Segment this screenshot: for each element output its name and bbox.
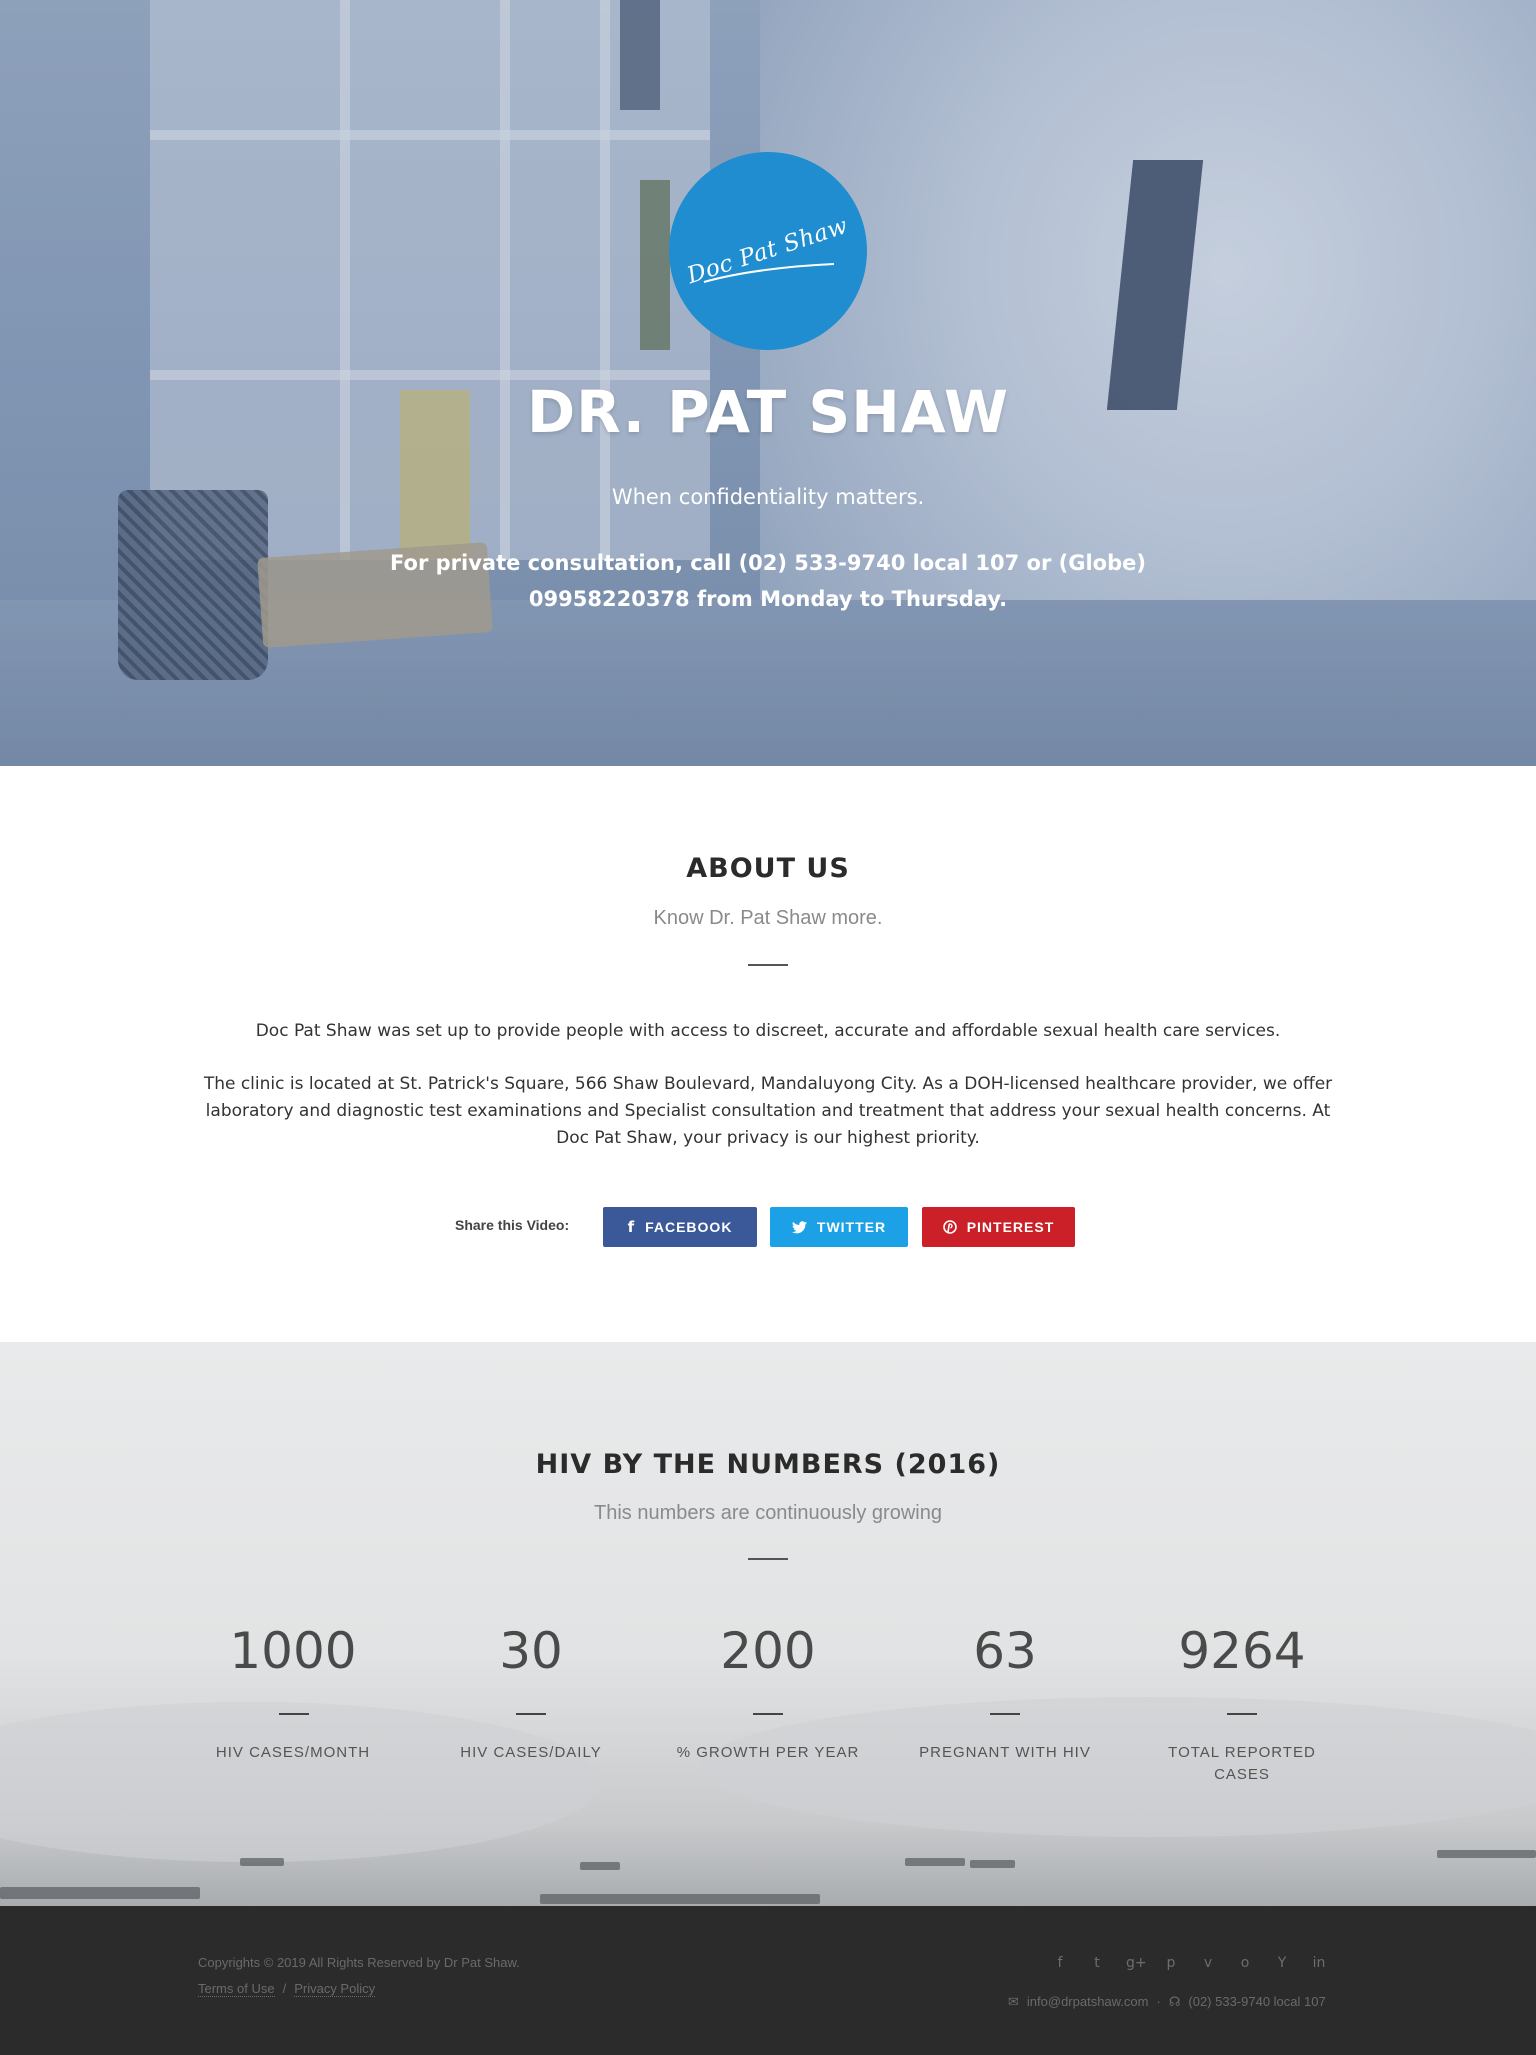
stat-divider [516, 1713, 546, 1715]
footer-copyright: Copyrights © 2019 All Rights Reserved by… [198, 1955, 520, 1970]
share-button-label: PINTEREST [966, 1219, 1055, 1235]
stat-divider [1227, 1713, 1257, 1715]
stat-value: 200 [720, 1622, 816, 1680]
numbers-title: HIV BY THE NUMBERS (2016) [535, 1449, 1001, 1480]
stat-value: 30 [499, 1622, 563, 1680]
share-button-label: FACEBOOK [645, 1219, 733, 1235]
twitter-icon [791, 1220, 807, 1233]
about-paragraph: The clinic is located at St. Patrick's S… [203, 1074, 1333, 1148]
pinterest-icon[interactable]: p [1163, 1955, 1179, 1971]
privacy-link[interactable]: Privacy Policy [294, 1981, 376, 1997]
hero-title: DR. PAT SHAW [526, 378, 1009, 446]
footer-email[interactable]: info@drpatshaw.com [1027, 1994, 1149, 2010]
share-twitter-button[interactable]: TWITTER [770, 1207, 908, 1247]
share-button-label: TWITTER [816, 1219, 887, 1235]
footer-links: Terms of Use / Privacy Policy [198, 1981, 376, 1997]
contact-separator: · [1156, 1994, 1161, 2009]
share-pinterest-button[interactable]: PINTEREST [922, 1207, 1075, 1247]
github-icon[interactable]: o [1237, 1955, 1253, 1971]
stat-value: 9264 [1178, 1622, 1306, 1680]
linkedin-icon[interactable]: in [1311, 1955, 1327, 1971]
background-ship [905, 1858, 965, 1866]
stat-divider [990, 1713, 1020, 1715]
about-paragraph: Doc Pat Shaw was set up to provide peopl… [255, 1021, 1281, 1041]
share-label: Share this Video: [455, 1217, 570, 1233]
mail-icon: ✉ [1008, 1994, 1019, 2009]
hero-tagline: When confidentiality matters. [611, 485, 925, 509]
background-hill [0, 1702, 600, 1862]
about-divider [748, 964, 788, 966]
footer-social-icons: f t g+ p v o Y in [1052, 1955, 1327, 1971]
terms-link[interactable]: Terms of Use [198, 1981, 275, 1997]
footer-phone[interactable]: (02) 533-9740 local 107 [1188, 1994, 1325, 2010]
background-hill [700, 1697, 1536, 1837]
stat-divider [279, 1713, 309, 1715]
background-ship [540, 1894, 820, 1904]
hero-contact-info: For private consultation, call (02) 533-… [390, 551, 1146, 611]
about-title: ABOUT US [686, 853, 850, 884]
stat-value: 63 [973, 1622, 1037, 1680]
stat-label: HIV CASES/DAILY [460, 1744, 602, 1761]
background-ship [580, 1862, 620, 1870]
facebook-icon[interactable]: f [1052, 1955, 1068, 1971]
stat-value: 1000 [229, 1622, 357, 1680]
twitter-icon[interactable]: t [1089, 1955, 1105, 1971]
background-ship [970, 1860, 1015, 1868]
stat-label: % GROWTH PER YEAR [676, 1744, 860, 1761]
vimeo-icon[interactable]: v [1200, 1955, 1216, 1971]
numbers-subtitle: This numbers are continuously growing [594, 1502, 942, 1524]
logo-swash-icon [703, 263, 835, 283]
pinterest-icon [942, 1220, 957, 1234]
background-ship [240, 1858, 284, 1866]
logo[interactable]: Doc Pat Shaw [669, 152, 867, 350]
hacker-news-icon[interactable]: Y [1274, 1955, 1290, 1971]
facebook-icon: f [627, 1218, 636, 1236]
stat-label: PREGNANT WITH HIV [919, 1744, 1091, 1761]
google-plus-icon[interactable]: g+ [1126, 1955, 1147, 1971]
background-ship [1437, 1850, 1536, 1858]
headphones-icon: ☊ [1168, 1994, 1181, 2009]
stat-label: TOTAL REPORTED CASES [1168, 1744, 1316, 1783]
numbers-divider [748, 1558, 788, 1560]
background-ship [0, 1887, 200, 1899]
share-facebook-button[interactable]: f FACEBOOK [603, 1207, 757, 1247]
link-separator: / [282, 1981, 287, 1996]
stat-divider [753, 1713, 783, 1715]
about-subtitle: Know Dr. Pat Shaw more. [653, 907, 883, 929]
footer-contact: ✉ info@drpatshaw.com · ☊ (02) 533-9740 l… [1008, 1994, 1326, 2010]
stat-label: HIV CASES/MONTH [215, 1744, 371, 1761]
